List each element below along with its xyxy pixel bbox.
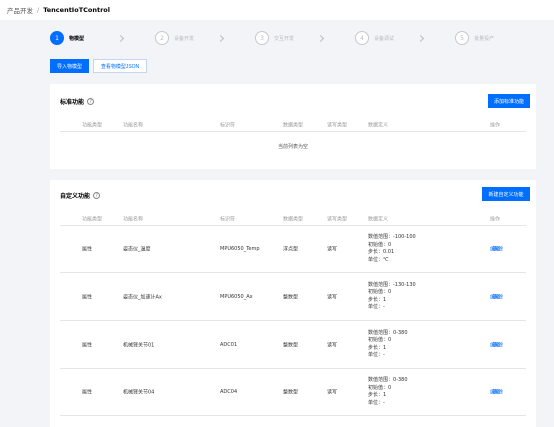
chevron-right-icon — [317, 34, 325, 42]
data-type: 整数型 — [283, 342, 299, 348]
chevron-right-icon — [216, 34, 225, 42]
step-model[interactable]: 1 物模型 — [50, 31, 84, 45]
data-type: 整数型 — [283, 389, 299, 396]
step-label: 物模型 — [69, 35, 85, 42]
step-production[interactable]: 5 批量投产 — [455, 31, 494, 45]
function-type: 属性 — [82, 294, 93, 300]
identifier: MPU6050_Temp — [220, 246, 260, 252]
step-label: 设备开发 — [174, 35, 195, 42]
rw-type: 读写 — [327, 389, 338, 396]
help-icon[interactable]: ? — [87, 98, 95, 105]
breadcrumb-parent[interactable]: 产品开发 — [7, 5, 33, 15]
column-header: 读写类型 — [327, 216, 348, 222]
step-number: 1 — [50, 31, 64, 45]
table-row: 属性 姿态仪_温度 MPU6050_Temp 浮点型 读写 数值范围：-100-… — [60, 226, 526, 273]
column-header: 数据定义 — [368, 216, 389, 222]
identifier: ADC04 — [220, 389, 238, 395]
table-header: 功能类型 功能名称 标识符 数据类型 读写类型 数据定义 操作 — [60, 212, 526, 226]
table-row: 属性 机械臂关节01 ADC01 整数型 读写 数值范围：0-380 初始值：0… — [60, 321, 526, 369]
chevron-right-icon — [116, 34, 125, 42]
data-type: 整数型 — [283, 294, 299, 300]
step-label: 设备调试 — [374, 35, 395, 42]
step-label: 批量投产 — [474, 35, 495, 42]
data-definition: 数值范围：-130-130 初始值：0 步长：1 单位：- — [368, 281, 416, 311]
function-name: 姿态仪_温度 — [123, 246, 151, 253]
import-model-button[interactable]: 导入物模型 — [50, 59, 89, 73]
identifier: ADC01 — [220, 341, 238, 348]
delete-link[interactable]: 删除 — [493, 293, 503, 300]
step-number: 3 — [255, 31, 270, 45]
chevron-right-icon — [417, 34, 425, 42]
function-name: 机械臂关节01 — [123, 342, 155, 348]
breadcrumb-separator: / — [37, 6, 40, 14]
column-header: 功能名称 — [123, 216, 144, 222]
table-row: 属性 机械臂关节04 ADC04 整数型 读写 数值范围：0-380 初始值：0… — [60, 369, 526, 416]
section-title: 标准功能 ? — [60, 97, 95, 106]
rw-type: 读写 — [327, 246, 338, 253]
breadcrumb: 产品开发 / TencentIoTControl — [0, 0, 554, 20]
table-row: 属性 姿态仪_加速计Ax MPU6050_Ax 整数型 读写 数值范围：-130… — [60, 273, 526, 321]
function-type: 属性 — [82, 246, 93, 253]
column-header: 标识符 — [220, 122, 236, 128]
delete-link[interactable]: 删除 — [493, 341, 503, 348]
custom-functions-card: 自定义功能 ? 新建自定义功能 功能类型 功能名称 标识符 数据类型 读写类型 … — [50, 180, 536, 427]
column-header: 数据类型 — [283, 216, 304, 222]
column-header: 功能类型 — [82, 216, 103, 222]
step-number: 5 — [455, 31, 470, 45]
column-header: 操作 — [490, 122, 501, 128]
rw-type: 读写 — [327, 342, 338, 348]
identifier: MPU6050_Ax — [220, 293, 253, 300]
function-type: 属性 — [82, 342, 93, 348]
data-definition: 数值范围：-100-100 初始值：0 步长：0.01 单位：℃ — [368, 234, 416, 263]
step-label: 交互开发 — [274, 35, 295, 42]
function-type: 属性 — [82, 389, 93, 396]
column-header: 标识符 — [220, 216, 236, 222]
rw-type: 读写 — [327, 294, 338, 300]
view-json-button[interactable]: 查看物模型JSON — [93, 59, 147, 73]
step-device-dev[interactable]: 2 设备开发 — [155, 31, 194, 45]
function-name: 姿态仪_加速计Ax — [123, 294, 162, 300]
column-header: 操作 — [490, 216, 501, 222]
add-standard-function-button[interactable]: 添加标准功能 — [488, 94, 530, 108]
function-name: 机械臂关节04 — [123, 389, 155, 396]
breadcrumb-current: TencentIoTControl — [43, 6, 110, 14]
create-custom-function-button[interactable]: 新建自定义功能 — [482, 187, 530, 201]
column-header: 数据定义 — [368, 122, 389, 128]
data-definition: 数值范围：0-380 初始值：0 步长：1 单位：- — [368, 329, 408, 359]
data-definition: 数值范围：0-380 初始值：0 步长：1 单位：- — [368, 377, 408, 406]
section-title: 自定义功能 ? — [60, 191, 101, 200]
column-header: 数据类型 — [283, 122, 304, 128]
step-number: 2 — [155, 31, 170, 45]
delete-link[interactable]: 删除 — [493, 246, 503, 253]
step-number: 4 — [355, 31, 370, 45]
column-header: 功能名称 — [123, 122, 144, 128]
data-type: 浮点型 — [283, 246, 299, 253]
help-icon[interactable]: ? — [93, 192, 101, 199]
standard-functions-card: 标准功能 ? 添加标准功能 功能类型 功能名称 标识符 数据类型 读写类型 数据… — [50, 84, 536, 169]
column-header: 功能类型 — [82, 122, 103, 128]
empty-state-text: 当前列表为空 — [277, 144, 308, 150]
table-header: 功能类型 功能名称 标识符 数据类型 读写类型 数据定义 操作 — [60, 118, 526, 132]
step-interaction-dev[interactable]: 3 交互开发 — [255, 31, 294, 45]
step-debug[interactable]: 4 设备调试 — [355, 31, 394, 45]
delete-link[interactable]: 删除 — [493, 389, 503, 396]
step-wizard: 1 物模型 2 设备开发 3 交互开发 4 设备调试 5 批量投产 — [50, 31, 494, 45]
column-header: 读写类型 — [327, 122, 348, 128]
